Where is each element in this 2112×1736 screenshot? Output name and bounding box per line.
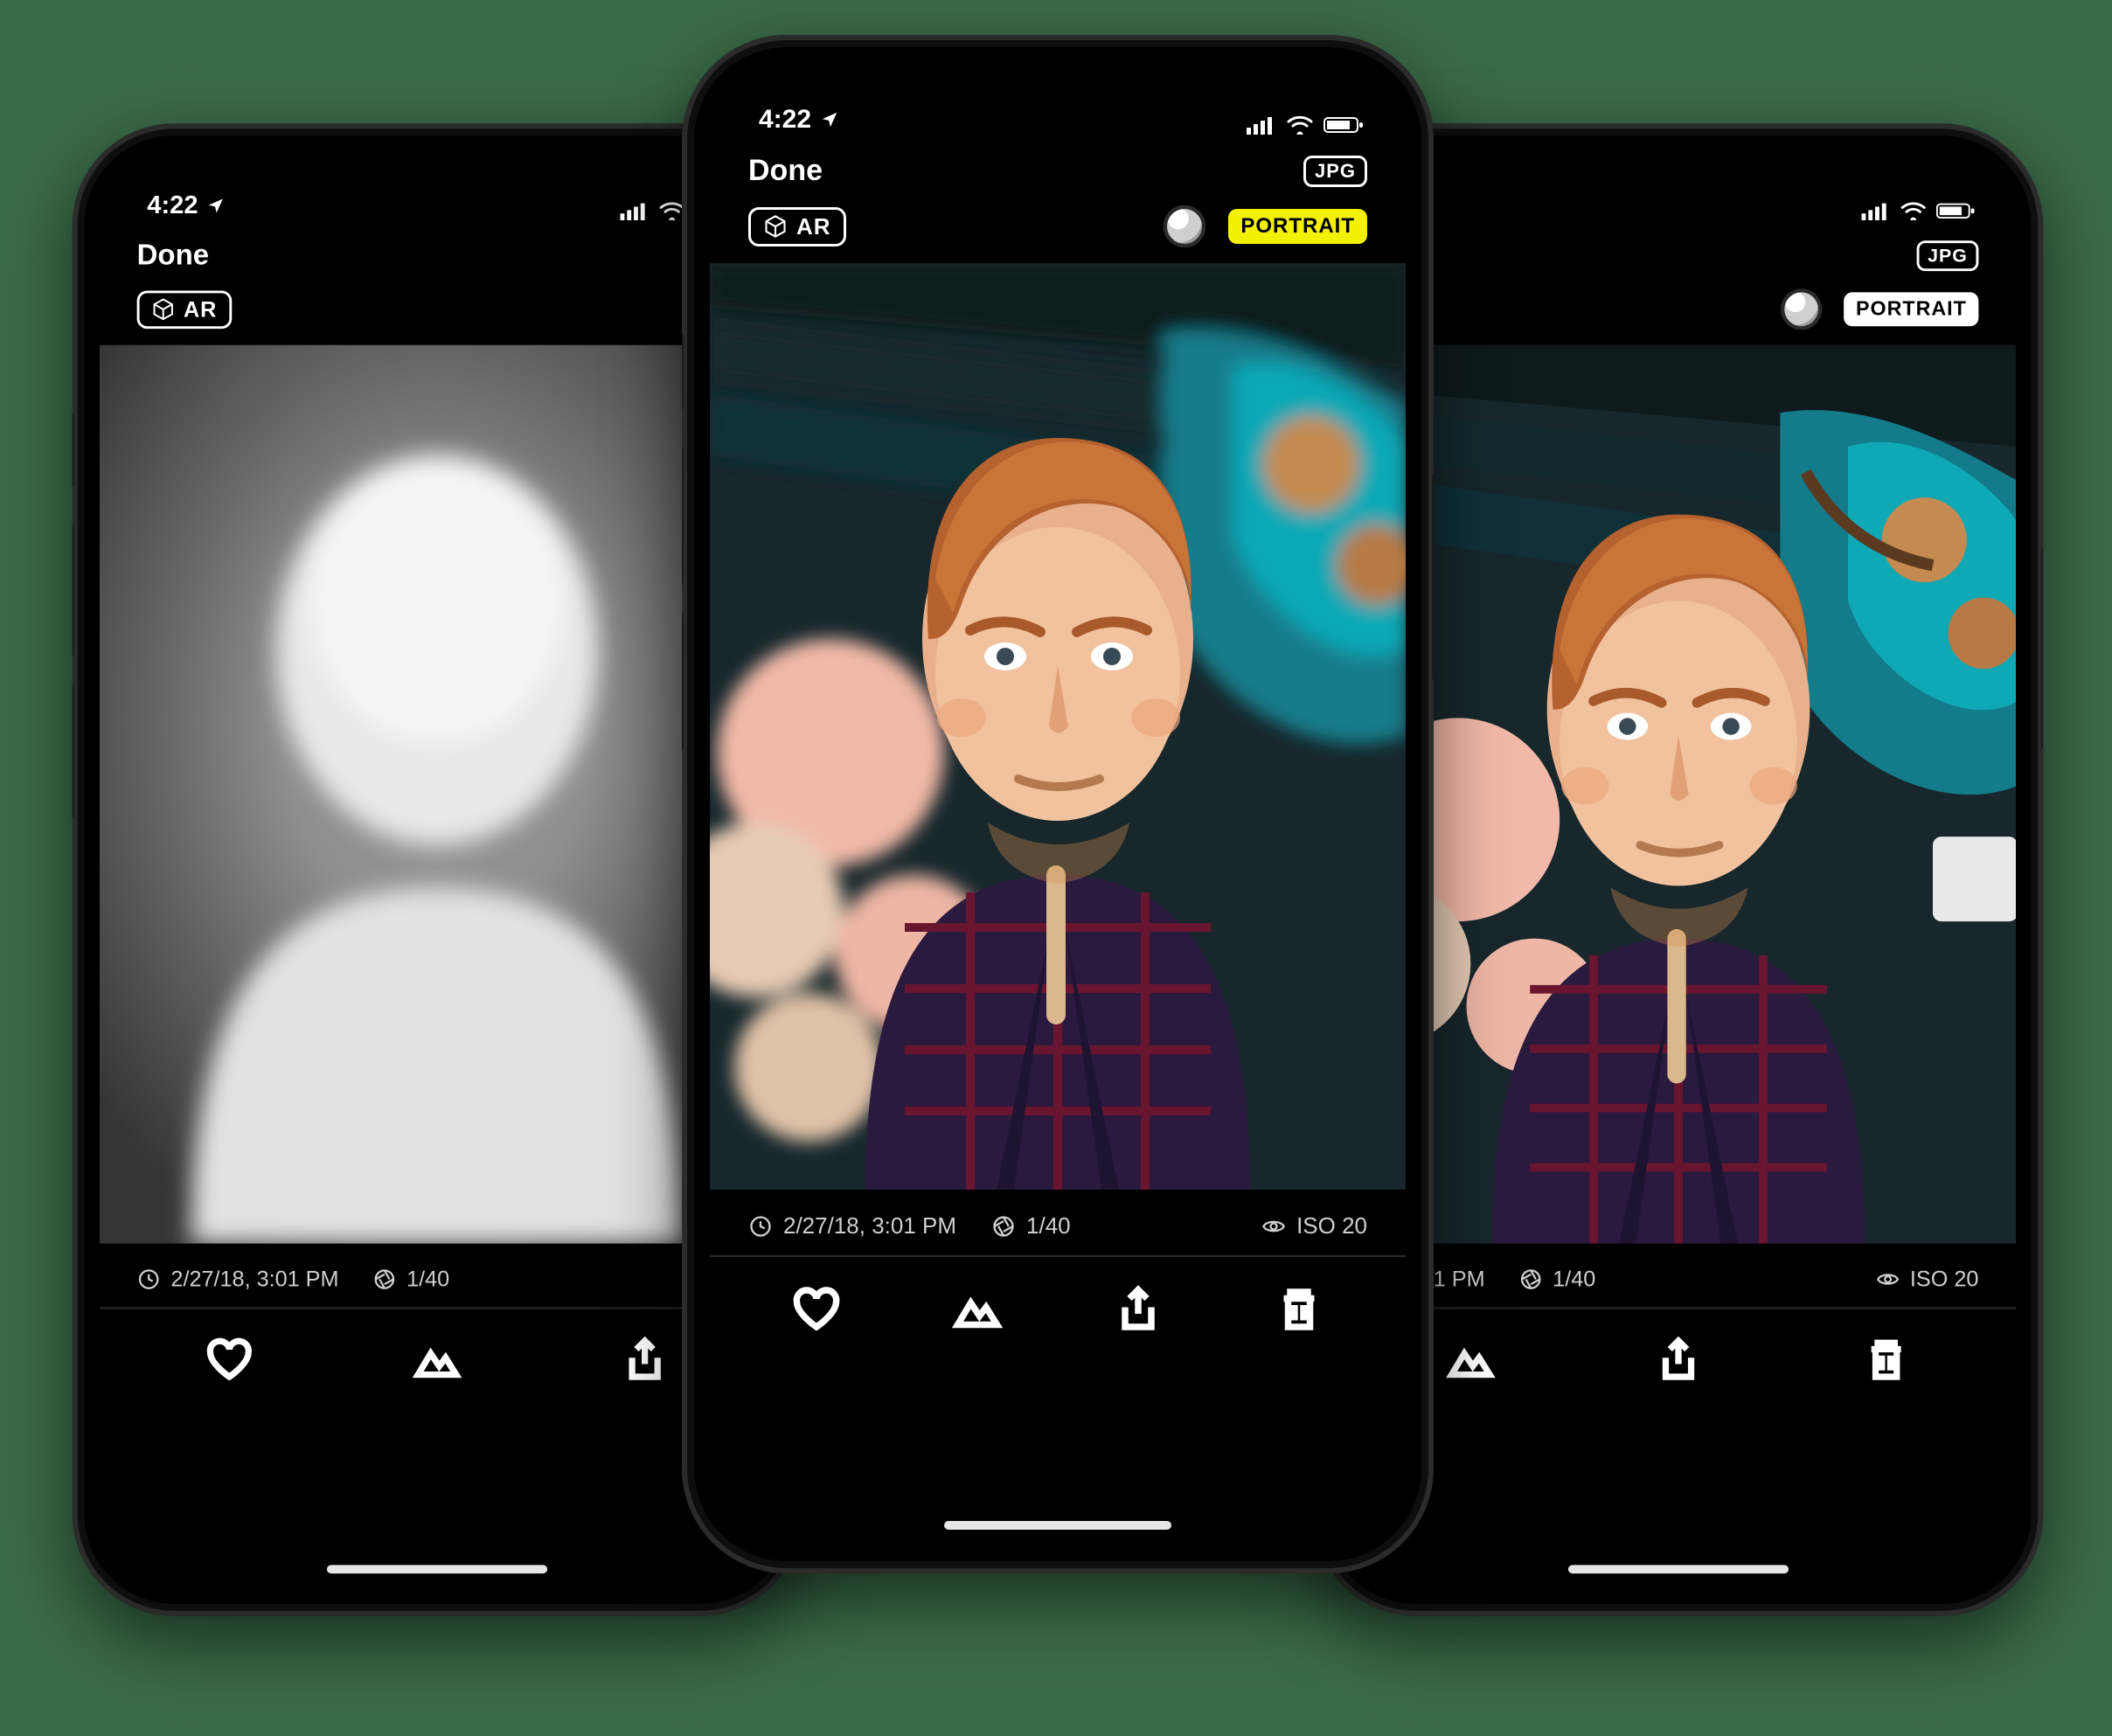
metadata-row: 3, 3:01 PM 1/40 ISO 20 [1341,1244,2016,1302]
device-notch [892,63,1224,117]
meta-timestamp: 2/27/18, 3:01 PM [137,1266,339,1292]
home-indicator[interactable] [1568,1565,1789,1573]
meta-iso: ISO 20 [1261,1212,1367,1240]
toolbar [710,1257,1406,1388]
device-notch [276,150,599,203]
battery-icon [1936,202,1976,220]
status-time: 4:22 [759,105,811,135]
ar-badge[interactable]: AR [748,207,846,247]
done-button[interactable]: Done [137,239,209,272]
edit-button[interactable] [925,1283,1030,1336]
share-button[interactable] [1086,1283,1191,1336]
favorite-button[interactable] [764,1283,869,1336]
share-icon [1653,1335,1704,1385]
delete-button[interactable] [1247,1283,1351,1336]
ar-cube-icon [763,214,788,239]
home-indicator[interactable] [944,1521,1171,1530]
trash-icon [1273,1283,1325,1336]
eye-icon [1876,1267,1900,1290]
wifi-icon [1900,202,1926,220]
phone-center: 4:22 Done [682,35,1434,1573]
edit-button[interactable] [1420,1335,1521,1385]
metadata-row: 2/27/18, 3:01 PM 1/40 [100,1244,775,1302]
edit-button[interactable] [386,1335,488,1385]
toolbar [1341,1309,2016,1436]
mode-row: AR [100,286,775,345]
battery-icon [1323,115,1364,135]
trash-icon [1861,1335,1912,1385]
depth-toggle-icon[interactable] [1164,205,1205,247]
home-indicator[interactable] [327,1565,547,1573]
format-badge[interactable]: JPG [1303,156,1367,187]
metadata-row: 2/27/18, 3:01 PM 1/40 ISO 20 [710,1190,1406,1250]
portrait-badge[interactable]: PORTRAIT [1228,209,1367,244]
cellular-signal-icon [1862,202,1891,220]
depth-toggle-icon[interactable] [1782,289,1823,330]
meta-timestamp: 2/27/18, 3:01 PM [748,1212,956,1240]
eye-icon [1261,1214,1286,1239]
share-button[interactable] [594,1335,696,1385]
device-notch [1518,150,1840,203]
status-time: 4:22 [147,191,198,220]
mode-row: AR PORTRAIT [710,202,1406,263]
cellular-signal-icon [621,202,650,220]
share-icon [1112,1283,1164,1336]
heart-icon [204,1335,254,1385]
location-arrow-icon [820,110,839,129]
nav-bar: Done JPG [100,227,775,286]
heart-icon [790,1283,843,1336]
clock-icon [137,1267,161,1290]
aperture-icon [1518,1267,1542,1290]
favorite-button[interactable] [178,1335,280,1385]
photo-viewport-original[interactable] [1341,345,2016,1244]
nav-bar: . JPG [1341,227,2016,286]
aperture-icon [991,1214,1016,1239]
portrait-badge[interactable]: PORTRAIT [1844,292,1978,326]
mode-row: . PORTRAIT [1341,286,2016,345]
location-arrow-icon [206,197,225,215]
share-button[interactable] [1628,1335,1729,1385]
done-button[interactable]: Done [748,154,823,188]
delete-button[interactable] [1836,1335,1937,1385]
toolbar [100,1309,775,1436]
meta-shutter: 1/40 [991,1212,1071,1240]
photo-viewport-depth[interactable] [100,345,775,1244]
nav-bar: Done JPG [710,142,1406,202]
ar-badge[interactable]: AR [137,290,232,329]
aperture-icon [372,1267,396,1290]
meta-iso: ISO 20 [1876,1266,1978,1292]
format-badge[interactable]: JPG [1917,240,1979,271]
mountains-icon [412,1335,462,1385]
meta-shutter: 1/40 [1518,1266,1595,1292]
meta-shutter: 1/40 [372,1266,449,1292]
ar-cube-icon [151,297,175,321]
wifi-icon [1287,115,1313,135]
photo-viewport-portrait[interactable] [710,263,1406,1190]
cellular-signal-icon [1247,115,1276,135]
mountains-icon [951,1283,1004,1336]
mountains-icon [1445,1335,1496,1385]
share-icon [620,1335,670,1385]
clock-icon [748,1214,773,1239]
wifi-icon [659,202,684,220]
